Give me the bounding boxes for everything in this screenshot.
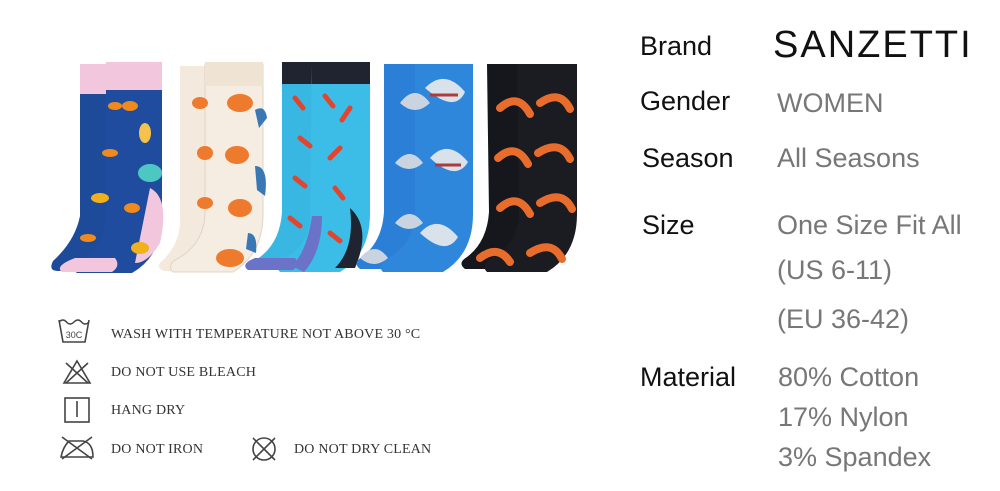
size-value-line-2: (US 6-11) (777, 255, 893, 285)
gender-value: WOMEN (777, 88, 884, 118)
care-bleach-label: DO NOT USE BLEACH (111, 365, 257, 380)
season-label: Season (642, 143, 734, 173)
hang-dry-icon (64, 397, 90, 423)
size-value-line-3: (EU 36-42) (777, 304, 910, 334)
product-photo (51, 62, 577, 273)
material-value-line-3: 3% Spandex (778, 442, 932, 472)
sock-pair-shark (356, 64, 473, 272)
no-bleach-icon (62, 359, 92, 384)
material-label: Material (640, 362, 737, 392)
sock-pair-shrimp (461, 64, 577, 272)
sock-pair-salmon (159, 62, 267, 273)
brand-logo-text: SANZETTI (773, 24, 973, 66)
size-value-line-1: One Size Fit All (777, 210, 962, 240)
sock-pair-crayfish (245, 62, 370, 272)
care-iron-label: DO NOT IRON (111, 442, 204, 457)
gender-label: Gender (640, 86, 731, 116)
care-dryclean-label: DO NOT DRY CLEAN (294, 442, 432, 457)
wash-30-icon: 30C (58, 319, 90, 343)
care-wash-label: WASH WITH TEMPERATURE NOT ABOVE 30 °C (111, 327, 421, 342)
wash-temperature-text: 30C (66, 330, 83, 340)
size-label: Size (642, 210, 695, 240)
brand-label: Brand (640, 31, 713, 61)
material-value-line-1: 80% Cotton (778, 362, 920, 392)
no-dry-clean-icon (252, 437, 276, 461)
sock-pair-tropical-fish (51, 62, 164, 273)
season-value: All Seasons (777, 143, 920, 173)
no-iron-icon (60, 436, 94, 460)
care-hang-label: HANG DRY (111, 403, 186, 418)
material-value-line-2: 17% Nylon (778, 402, 909, 432)
